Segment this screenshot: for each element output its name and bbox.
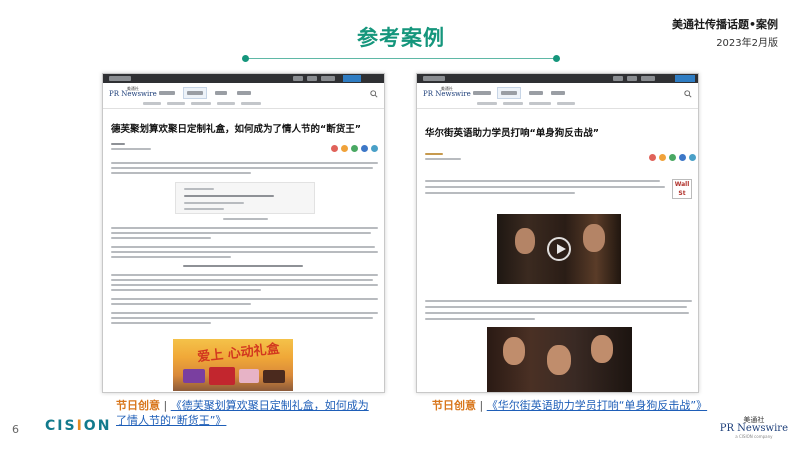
title-divider	[242, 55, 560, 62]
share-icon[interactable]	[371, 145, 378, 152]
case-screenshot-wse[interactable]: 美通社 PR Newswire 华尔街英语助力学员打响“单身狗反击战” Wall…	[416, 73, 699, 393]
case-caption-wse: 节日创意 | 《华尔街英语助力学员打响“单身狗反击战”》	[432, 398, 712, 413]
share-icon[interactable]	[361, 145, 368, 152]
divider-dot-left	[242, 55, 249, 62]
share-icon[interactable]	[689, 154, 696, 161]
share-icon[interactable]	[669, 154, 676, 161]
case-headline: 华尔街英语助力学员打响“单身狗反击战”	[425, 128, 599, 139]
caption-separator: |	[479, 399, 484, 412]
screenshot-topbar	[103, 74, 384, 83]
share-icon[interactable]	[659, 154, 666, 161]
page-number: 6	[12, 423, 19, 436]
search-icon[interactable]	[370, 90, 378, 98]
share-icon[interactable]	[351, 145, 358, 152]
screenshot-nav: 美通社 PR Newswire	[103, 83, 384, 109]
brand-edition: 2023年2月版	[716, 38, 778, 49]
prn-logo-mini: 美通社 PR Newswire	[423, 86, 471, 98]
prn-footer-logo: 美通社 PR Newswire a CISION company	[719, 416, 788, 439]
search-icon[interactable]	[684, 90, 692, 98]
case-caption-dove: 节日创意 | 《德芙聚划算欢聚日定制礼盒，如何成为了情人节的“断货王”》	[116, 398, 378, 428]
cision-logo: CISION	[45, 418, 112, 434]
play-icon[interactable]	[547, 237, 571, 261]
brand-block: 美通社传播话题•案例 2023年2月版	[672, 16, 778, 49]
caption-label: 节日创意	[432, 399, 476, 412]
brand-title: 美通社传播话题•案例	[671, 18, 778, 31]
promo-script-text: 爱上 心动礼盒	[196, 341, 281, 366]
divider-dot-right	[553, 55, 560, 62]
screenshot-nav: 美通社 PR Newswire	[417, 83, 698, 109]
prn-logo-mini: 美通社 PR Newswire	[109, 86, 157, 98]
promo-image: 爱上 心动礼盒	[173, 339, 293, 391]
share-icon[interactable]	[331, 145, 338, 152]
share-icon[interactable]	[649, 154, 656, 161]
caption-label: 节日创意	[116, 399, 160, 412]
case-headline: 德芙聚划算欢聚日定制礼盒，如何成为了情人节的“断货王”	[111, 124, 361, 135]
caption-separator: |	[163, 399, 168, 412]
screenshot-topbar	[417, 74, 698, 83]
embedded-card	[175, 182, 315, 214]
case-screenshot-dove[interactable]: 美通社 PR Newswire 德芙聚划算欢聚日定制礼盒，如何成为了情人节的“断…	[102, 73, 385, 393]
share-icon[interactable]	[341, 145, 348, 152]
article-photo	[487, 327, 632, 392]
case-link-wse[interactable]: 《华尔街英语助力学员打响“单身狗反击战”》	[487, 399, 707, 412]
share-icon[interactable]	[679, 154, 686, 161]
video-player[interactable]	[497, 214, 621, 284]
wse-logo: Wall St	[672, 179, 692, 199]
